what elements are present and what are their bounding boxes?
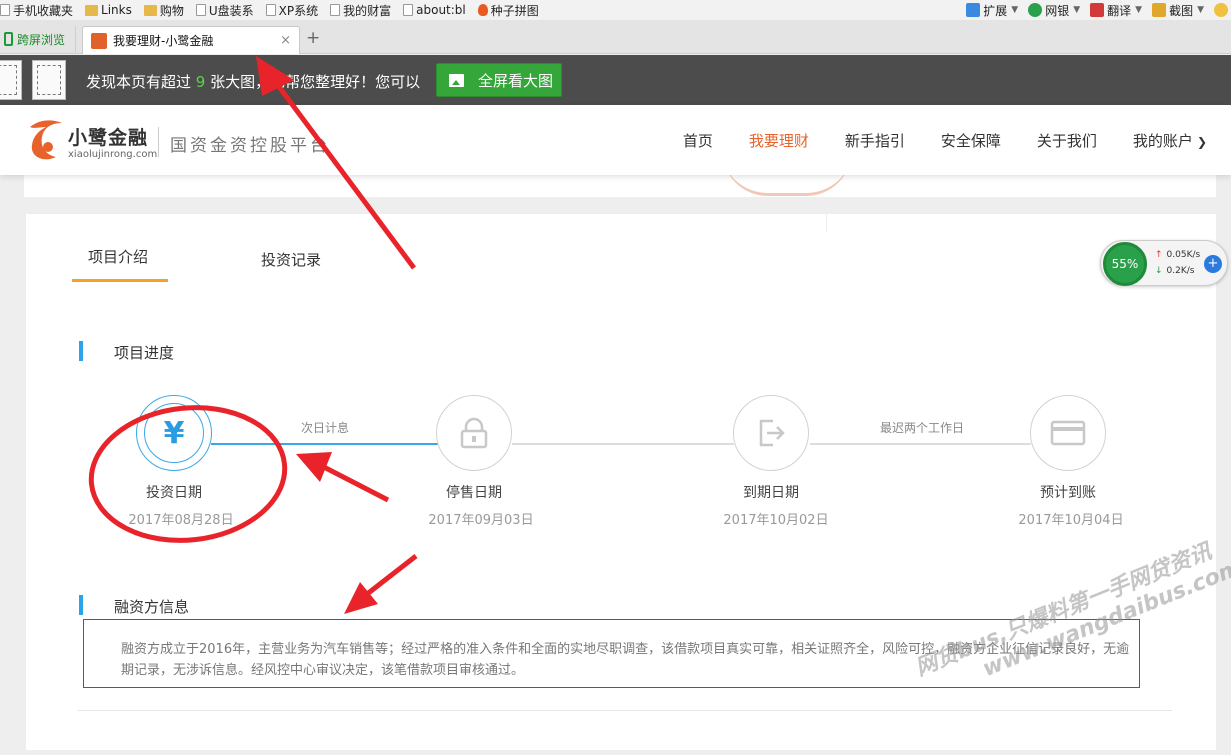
image-thumbnail[interactable] (32, 60, 66, 100)
screenshot-button[interactable]: 截图 ▼ (1152, 2, 1204, 19)
bookmark-item[interactable]: 种子拼图 (477, 2, 539, 19)
timeline-note: 最迟两个工作日 (880, 421, 965, 435)
bookmark-item[interactable]: about:bl (403, 3, 466, 17)
extensions-button[interactable]: 扩展 ▼ (966, 2, 1018, 19)
step-invest-date: ¥ (136, 395, 212, 471)
bookmark-item[interactable]: 我的财富 (330, 2, 391, 19)
image-thumbnail[interactable] (0, 60, 22, 100)
bookmark-item[interactable]: XP系统 (265, 2, 318, 19)
page-icon (195, 4, 206, 16)
brand-slogan: 国资金资控股平台 (170, 136, 330, 156)
timeline-note: 次日计息 (301, 421, 350, 435)
image-icon (449, 73, 464, 87)
timeline-segment (810, 443, 1031, 445)
bookmarks-bar: 手机收藏夹 Links 购物 U盘装系 XP系统 我的财富 about:bl 种… (0, 0, 1231, 20)
plus-icon[interactable]: + (1204, 255, 1222, 273)
page-icon (265, 4, 276, 16)
bookmark-item[interactable]: 手机收藏夹 (0, 2, 73, 19)
nav-about[interactable]: 关于我们 (1037, 130, 1097, 151)
bookmark-item[interactable]: Links (85, 3, 132, 17)
brand-divider (158, 127, 159, 157)
tabs-bar: 跨屏浏览 我要理财-小鹭金融 × + (0, 20, 1231, 54)
close-icon[interactable]: × (280, 33, 291, 48)
translate-icon (1090, 3, 1105, 17)
card-divider (826, 214, 827, 232)
lock-icon (460, 417, 488, 449)
step-label: 停售日期 (446, 485, 502, 501)
upload-speed: ↑ 0.05K/s (1155, 250, 1201, 260)
page-icon (403, 4, 414, 16)
phone-icon (4, 32, 13, 46)
browser-tab[interactable]: 我要理财-小鹭金融 × (82, 26, 300, 54)
section-marker (79, 595, 83, 615)
caret-down-icon: ▼ (1073, 5, 1081, 15)
step-expected-arrival (1030, 395, 1106, 471)
egret-logo-icon[interactable] (26, 117, 66, 165)
nav-account[interactable]: 我的账户 ❯ (1133, 130, 1207, 151)
phone-icon (0, 4, 10, 16)
content-top-strip (24, 175, 1216, 197)
page-icon (330, 4, 341, 16)
emoji-icon (1214, 3, 1228, 17)
split-browse-button[interactable]: 跨屏浏览 (0, 26, 76, 52)
section-divider (78, 710, 1172, 711)
caret-down-icon: ▼ (1135, 5, 1143, 15)
timeline-segment (512, 443, 734, 445)
caret-down-icon: ▼ (1197, 5, 1204, 15)
yen-icon (1028, 3, 1043, 17)
step-label: 投资日期 (146, 485, 202, 501)
favicon-icon (91, 32, 107, 49)
main-nav: 首页 我要理财 新手指引 安全保障 关于我们 我的账户 ❯ (647, 105, 1207, 175)
step-stop-sale-date (436, 395, 512, 471)
new-tab-button[interactable]: + (306, 28, 320, 48)
emoji-button[interactable] (1214, 3, 1231, 17)
flame-icon (477, 4, 488, 16)
image-notify-text: 发现本页有超过 9 张大图，已帮您整理好！您可以 (86, 73, 421, 91)
grid-icon (966, 3, 981, 17)
timeline-segment-done (211, 443, 438, 445)
arrow-down-icon: ↓ (1155, 266, 1163, 276)
download-speed: ↓ 0.2K/s (1155, 266, 1195, 276)
exit-icon (759, 419, 785, 447)
arrow-up-icon: ↑ (1155, 250, 1163, 260)
nav-invest[interactable]: 我要理财 (749, 130, 809, 151)
step-date: 2017年09月03日 (428, 513, 534, 528)
yen-icon: ¥ (144, 403, 204, 463)
tab-title: 我要理财-小鹭金融 (113, 34, 214, 48)
tab-project-intro[interactable]: 项目介绍 (88, 246, 148, 267)
progress-section-title: 项目进度 (114, 344, 175, 362)
active-tab-underline (72, 279, 168, 282)
section-marker (79, 341, 83, 361)
step-date: 2017年08月28日 (128, 513, 234, 528)
step-maturity-date (733, 395, 809, 471)
brand-domain: xiaolujinrong.com (68, 149, 158, 160)
translate-button[interactable]: 翻译 ▼ (1090, 2, 1142, 19)
toolbar-right: 扩展 ▼ 网银 ▼ 翻译 ▼ 截图 ▼ (956, 0, 1231, 20)
memory-usage-ball[interactable]: 55% (1103, 242, 1147, 286)
site-header: 小鹭金融 xiaolujinrong.com 国资金资控股平台 首页 我要理财 … (0, 105, 1231, 175)
image-notify-bar: 发现本页有超过 9 张大图，已帮您整理好！您可以 全屏看大图 (0, 55, 1231, 105)
brand-name[interactable]: 小鹭金融 (68, 123, 148, 150)
step-label: 到期日期 (743, 485, 799, 501)
financier-section-title: 融资方信息 (114, 598, 190, 616)
network-speed-widget[interactable]: 55% ↑ 0.05K/s ↓ 0.2K/s + (1100, 240, 1228, 286)
caret-down-icon: ▼ (1011, 5, 1019, 15)
step-date: 2017年10月04日 (1018, 513, 1124, 528)
nav-security[interactable]: 安全保障 (941, 130, 1001, 151)
fullscreen-view-button[interactable]: 全屏看大图 (436, 63, 562, 97)
bookmark-item[interactable]: U盘装系 (195, 2, 254, 19)
scissors-icon (1152, 3, 1167, 17)
online-banking-button[interactable]: 网银 ▼ (1028, 2, 1080, 19)
tab-investment-records[interactable]: 投资记录 (261, 249, 321, 270)
folder-icon (85, 4, 99, 16)
folder-icon (143, 4, 157, 16)
card-icon (1050, 420, 1086, 446)
nav-guide[interactable]: 新手指引 (845, 130, 905, 151)
step-date: 2017年10月02日 (723, 513, 829, 528)
nav-home[interactable]: 首页 (683, 130, 713, 151)
bookmark-item[interactable]: 购物 (143, 2, 184, 19)
chevron-down-icon: ❯ (1196, 134, 1207, 149)
step-label: 预计到账 (1040, 485, 1096, 501)
